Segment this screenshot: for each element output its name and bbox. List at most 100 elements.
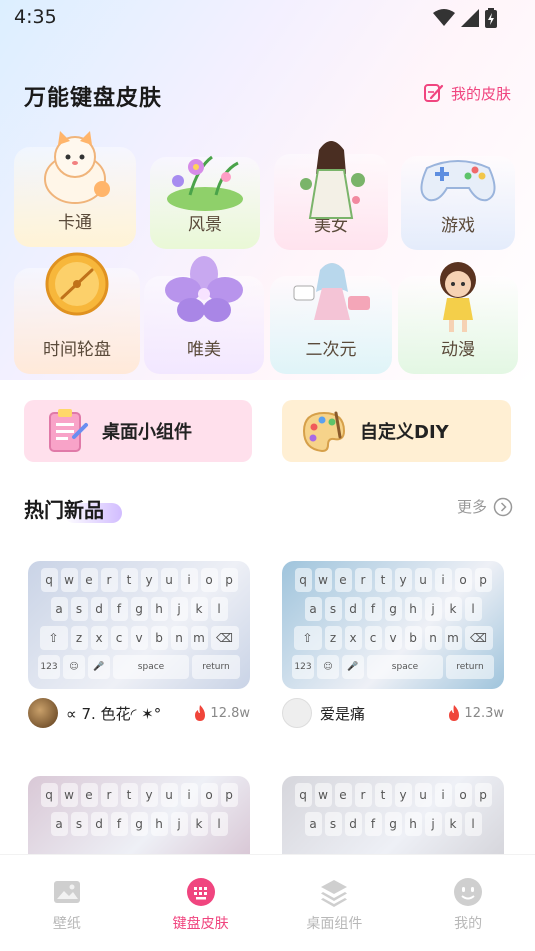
keyboard-key: h <box>404 597 422 621</box>
custom-diy-button[interactable]: 自定义DIY <box>282 400 511 462</box>
category-aesthetic[interactable]: 唯美 <box>144 256 264 374</box>
keyboard-key: c <box>364 626 382 650</box>
keyboard-key: b <box>404 626 422 650</box>
keyboard-key: u <box>160 568 178 592</box>
keyboard-key: f <box>364 597 382 621</box>
category-time-wheel[interactable]: 时间轮盘 <box>14 252 140 374</box>
keyboard-key: t <box>374 568 392 592</box>
status-icons <box>433 8 497 28</box>
keyboard-key: c <box>110 626 128 650</box>
profile-face-icon <box>454 878 483 906</box>
nav-label: 桌面组件 <box>306 916 363 932</box>
keyboard-key: q <box>294 783 312 807</box>
keyboard-key: return <box>192 655 240 679</box>
keyboard-key: d <box>90 812 108 836</box>
keyboard-key: n <box>424 626 442 650</box>
custom-diy-label: 自定义DIY <box>360 422 449 443</box>
keyboard-key: k <box>190 812 208 836</box>
keyboard-key: s <box>324 812 342 836</box>
keyboard-key: f <box>110 812 128 836</box>
keyboard-skin-preview[interactable]: q w e r t y u i o p a s d f g h j k l ⇧ z x c v b n m ⌫ 123 ☺ 🎤 space re… <box>28 561 250 689</box>
keyboard-key: u <box>414 783 432 807</box>
desktop-widget-label: 桌面小组件 <box>102 422 192 443</box>
category-beauty[interactable]: 美女 <box>274 141 388 250</box>
keyboard-key: g <box>384 812 402 836</box>
nav-wallpaper[interactable]: 壁纸 <box>17 877 117 933</box>
category-cartoon-doll[interactable]: 动漫 <box>398 262 518 374</box>
keyboard-key: q <box>40 783 58 807</box>
keyboard-key: s <box>324 597 342 621</box>
product-meta: ∝ 7. 色花◜ ✶° 12.8w <box>28 698 250 728</box>
cartoon-doll-icon <box>440 262 476 332</box>
gamepad-icon <box>420 160 496 202</box>
keyboard-key: r <box>100 783 118 807</box>
more-link[interactable]: 更多 <box>457 496 513 517</box>
wifi-icon <box>433 9 455 26</box>
keyboard-key: a <box>50 812 68 836</box>
product-meta: 爱是痛 12.3w <box>282 698 504 728</box>
my-skins-label: 我的皮肤 <box>450 84 511 103</box>
time-wheel-icon <box>45 252 109 316</box>
author-avatar[interactable] <box>282 698 312 728</box>
nav-label: 壁纸 <box>52 916 81 932</box>
hot-count: 12.8w <box>193 705 250 721</box>
keyboard-key: ⇧ <box>39 626 68 650</box>
keyboard-key: w <box>314 568 332 592</box>
status-time: 4:35 <box>14 6 57 28</box>
author-avatar[interactable] <box>28 698 58 728</box>
keyboard-key: o <box>200 783 218 807</box>
cartoon-cat-icon <box>44 131 110 204</box>
keyboard-skin-preview[interactable]: qwertyuiop asdfghjkl <box>28 776 250 854</box>
category-landscape[interactable]: 风景 <box>150 155 260 249</box>
keyboard-key: d <box>90 597 108 621</box>
wallpaper-icon <box>53 881 80 903</box>
keyboard-key: i <box>434 783 452 807</box>
keyboard-key: r <box>354 568 372 592</box>
keyboard-key: r <box>354 783 372 807</box>
keyboard-key: a <box>304 812 322 836</box>
keyboard-key: k <box>444 597 462 621</box>
battery-icon <box>485 8 497 28</box>
keyboard-skin-preview[interactable]: qwertyuiop asdfghjkl <box>282 776 504 854</box>
keyboard-key: u <box>414 568 432 592</box>
category-cartoon[interactable]: 卡通 <box>14 131 136 247</box>
keyboard-key: p <box>474 783 492 807</box>
keyboard-key: o <box>454 783 472 807</box>
my-skins-link[interactable]: 我的皮肤 <box>423 82 511 104</box>
keyboard-key: m <box>444 626 462 650</box>
keyboard-skin-preview[interactable]: q w e r t y u i o p a s d f g h j k l ⇧ z x c v b n m ⌫ 123 ☺ 🎤 space re… <box>282 561 504 689</box>
nav-profile[interactable]: 我的 <box>418 877 518 933</box>
category-anime[interactable]: 二次元 <box>270 263 392 374</box>
keyboard-key: f <box>364 812 382 836</box>
hot-count: 12.3w <box>447 705 504 721</box>
keyboard-key: i <box>434 568 452 592</box>
keyboard-key: s <box>70 597 88 621</box>
category-games[interactable]: 游戏 <box>401 156 515 250</box>
landscape-flowers-icon <box>167 155 243 211</box>
keyboard-key: j <box>424 812 442 836</box>
nav-keyboard-skins[interactable]: 键盘皮肤 <box>151 877 251 933</box>
keyboard-key: z <box>70 626 88 650</box>
keyboard-key: d <box>344 812 362 836</box>
keyboard-key: 🎤 <box>342 655 364 679</box>
nav-label: 键盘皮肤 <box>172 916 229 932</box>
hot-count-value: 12.8w <box>210 705 250 721</box>
keyboard-key: ⇧ <box>293 626 322 650</box>
aesthetic-flower-icon <box>165 256 243 322</box>
keyboard-key: k <box>444 812 462 836</box>
keyboard-key: l <box>464 597 482 621</box>
keyboard-key: e <box>334 568 352 592</box>
clipboard-icon <box>49 409 88 452</box>
keyboard-key: y <box>140 568 158 592</box>
keyboard-key: e <box>334 783 352 807</box>
keyboard-key: ☺ <box>63 655 85 679</box>
layers-icon <box>321 880 348 907</box>
keyboard-key: g <box>384 597 402 621</box>
keyboard-key: ⌫ <box>464 626 493 650</box>
keyboard-key: x <box>344 626 362 650</box>
desktop-widget-button[interactable]: 桌面小组件 <box>24 400 252 462</box>
keyboard-key: q <box>294 568 312 592</box>
nav-desktop-widgets[interactable]: 桌面组件 <box>284 877 384 933</box>
keyboard-key: e <box>80 568 98 592</box>
keyboard-key: 🎤 <box>88 655 110 679</box>
